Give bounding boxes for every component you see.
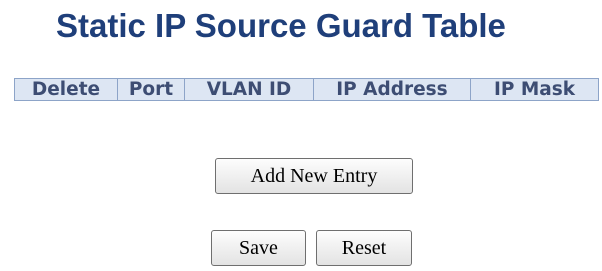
column-header-port: Port (117, 78, 185, 101)
column-header-ip-address: IP Address (313, 78, 471, 101)
page-title: Static IP Source Guard Table (56, 7, 506, 44)
save-button[interactable]: Save (211, 230, 306, 266)
column-header-delete: Delete (14, 78, 118, 101)
table-body (15, 101, 599, 123)
column-header-ip-mask: IP Mask (470, 78, 599, 101)
reset-button[interactable]: Reset (316, 230, 412, 266)
column-header-vlan-id: VLAN ID (184, 78, 314, 101)
add-new-entry-button[interactable]: Add New Entry (215, 158, 413, 194)
table-header-row: Delete Port VLAN ID IP Address IP Mask (14, 78, 599, 101)
static-ip-source-guard-table: Delete Port VLAN ID IP Address IP Mask (14, 78, 599, 123)
